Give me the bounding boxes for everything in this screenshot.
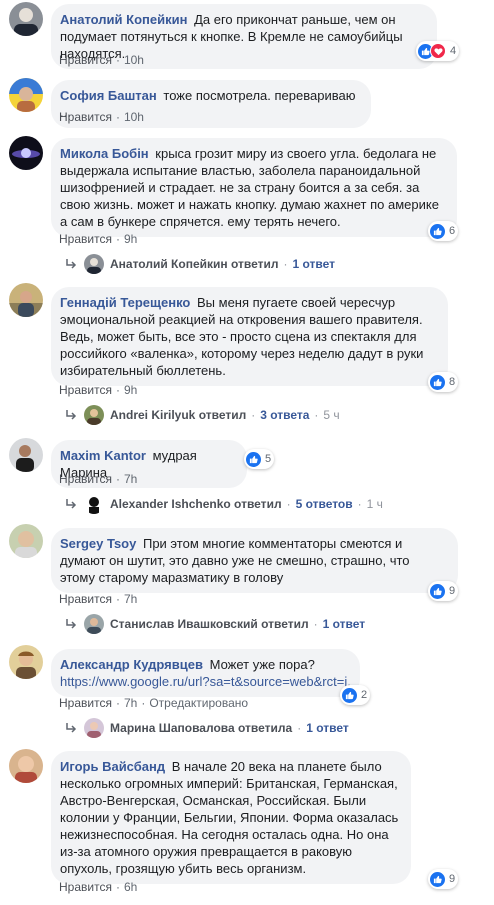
comment-author[interactable]: Sergey Tsoy [60,536,136,551]
avatar[interactable] [9,78,43,112]
timestamp[interactable]: 7h [124,472,137,486]
replies-link[interactable]: Alexander Ishchenko ответил · 5 ответов · 1 … [64,494,383,514]
reply-avatar [84,718,104,738]
reply-avatar [84,254,104,274]
comment-bubble: Sergey Tsoy При этом многие комментаторы… [51,528,458,593]
like-icon [246,451,261,467]
avatar[interactable] [9,645,43,679]
like-icon [430,871,445,887]
reaction-count[interactable]: 4 [416,41,460,61]
comment-actions: Нравится · 10h [59,53,144,67]
like-link[interactable]: Нравится [59,110,112,124]
reply-count: 3 ответа [260,408,310,422]
reply-author: Andrei Kirilyuk ответил [110,408,247,422]
timestamp[interactable]: 6h [124,880,137,894]
comment-actions: Нравится · 10h [59,110,144,124]
reply-author: Анатолий Копейкин ответил [110,257,279,271]
comment-text: Может уже пора? [209,657,315,672]
reaction-number: 4 [450,45,457,57]
reply-arrow-icon [66,723,77,733]
reaction-number: 9 [449,873,456,885]
reply-time: 5 ч [323,408,340,422]
reply-author: Станислав Ивашковский ответил [110,617,309,631]
comment-actions: Нравится · 9h [59,232,138,246]
replies-link[interactable]: Станислав Ивашковский ответил · 1 ответ [64,614,365,634]
comment-author[interactable]: София Баштан [60,88,157,103]
timestamp[interactable]: 7h [124,696,137,710]
comment-link[interactable]: https://www.google.ru/url?sa=t&source=we… [60,673,350,690]
comment-actions: Нравится · 6h [59,880,138,894]
reply-arrow-icon [66,499,77,509]
edited-label[interactable]: Отредактировано [149,696,248,710]
reaction-number: 6 [449,225,456,237]
reply-avatar [84,494,104,514]
replies-link[interactable]: Марина Шаповалова ответила · 1 ответ [64,718,349,738]
reaction-count[interactable]: 9 [428,581,459,601]
like-link[interactable]: Нравится [59,232,112,246]
timestamp[interactable]: 9h [124,232,137,246]
reply-time: 1 ч [366,497,383,511]
like-link[interactable]: Нравится [59,53,112,67]
comment-actions: Нравится · 7h [59,472,138,486]
reaction-count[interactable]: 5 [244,449,275,469]
reply-author: Alexander Ishchenko ответил [110,497,282,511]
comment-bubble: Геннадій Терещенко Вы меня пугаете своей… [51,287,448,386]
like-link[interactable]: Нравится [59,592,112,606]
comment-author[interactable]: Maxim Kantor [60,448,146,463]
reaction-count[interactable]: 6 [428,221,459,241]
comment-author[interactable]: Александр Кудрявцев [60,657,203,672]
comment-author[interactable]: Микола Бобін [60,146,149,161]
timestamp[interactable]: 10h [124,53,144,67]
reply-arrow-icon [66,259,77,269]
avatar[interactable] [9,524,43,558]
comment-author[interactable]: Игорь Вайсбанд [60,759,165,774]
comment-bubble: Александр Кудрявцев Может уже пора? http… [51,649,360,697]
timestamp[interactable]: 9h [124,383,137,397]
reply-count: 1 ответ [306,721,349,735]
reply-author: Марина Шаповалова ответила [110,721,293,735]
comment-actions: Нравится · 7h [59,592,138,606]
reply-count: 1 ответ [322,617,366,631]
like-link[interactable]: Нравится [59,880,112,894]
like-icon [430,223,445,239]
reply-avatar [84,614,104,634]
reply-count: 5 ответов [295,497,353,511]
like-link[interactable]: Нравится [59,472,112,486]
reaction-count[interactable]: 8 [428,372,459,392]
like-icon [342,687,357,703]
like-link[interactable]: Нравится [59,383,112,397]
avatar[interactable] [9,749,43,783]
comment-bubble: Микола Бобін крыса грозит миру из своего… [51,138,457,237]
reaction-count[interactable]: 2 [340,685,371,705]
reply-arrow-icon [66,410,77,420]
reaction-count[interactable]: 9 [428,869,459,889]
avatar[interactable] [9,438,43,472]
avatar[interactable] [9,136,43,170]
timestamp[interactable]: 10h [124,110,144,124]
like-link[interactable]: Нравится [59,696,112,710]
comment-actions: Нравится · 9h [59,383,138,397]
reaction-number: 9 [449,585,456,597]
reaction-number: 5 [265,453,272,465]
comment-actions: Нравится · 7h · Отредактировано [59,696,249,710]
like-icon [430,374,445,390]
comment-text: В начале 20 века на планете было несколь… [60,759,399,876]
reply-count: 1 ответ [292,257,336,271]
timestamp[interactable]: 7h [124,592,137,606]
replies-link[interactable]: Анатолий Копейкин ответил · 1 ответ [64,254,335,274]
comment-bubble: Игорь Вайсбанд В начале 20 века на плане… [51,751,411,884]
avatar[interactable] [9,2,43,36]
reply-avatar [84,405,104,425]
comment-author[interactable]: Геннадій Терещенко [60,295,190,310]
avatar[interactable] [9,283,43,317]
reaction-number: 8 [449,376,456,388]
reaction-number: 2 [361,689,368,701]
comment-author[interactable]: Анатолий Копейкин [60,12,187,27]
love-icon [430,43,446,59]
reply-arrow-icon [66,619,77,629]
like-icon [430,583,445,599]
replies-link[interactable]: Andrei Kirilyuk ответил · 3 ответа · 5 ч [64,405,340,425]
